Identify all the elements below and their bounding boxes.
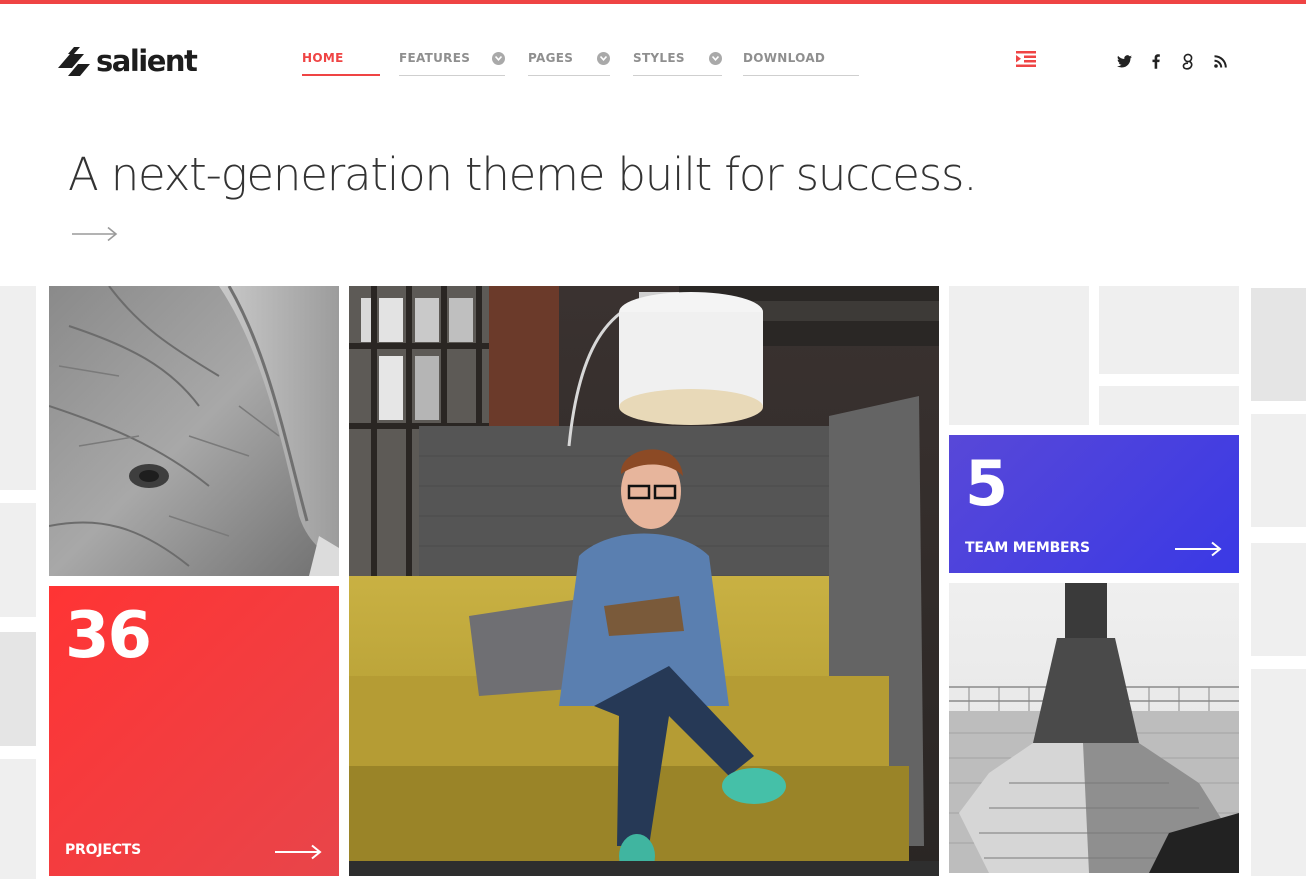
placeholder-tile xyxy=(0,503,36,617)
nav-item-download[interactable]: DOWNLOAD xyxy=(743,48,859,76)
placeholder-tile xyxy=(0,286,36,490)
nav-item-label: STYLES xyxy=(633,51,685,65)
stat-tile-team-members[interactable]: 5 TEAM MEMBERS xyxy=(949,435,1239,573)
nav-item-styles[interactable]: STYLES xyxy=(633,48,722,76)
placeholder-tile xyxy=(949,286,1089,425)
logo-mark-icon xyxy=(58,47,90,76)
chevron-down-icon xyxy=(597,52,610,65)
logo-text: salient xyxy=(96,44,198,78)
placeholder-tile xyxy=(0,759,36,879)
placeholder-tile xyxy=(1251,288,1306,401)
placeholder-tile xyxy=(1099,286,1239,374)
placeholder-tile xyxy=(1099,386,1239,425)
facebook-icon[interactable] xyxy=(1147,52,1165,70)
placeholder-tile xyxy=(1251,543,1306,656)
nav-item-pages[interactable]: PAGES xyxy=(528,48,610,76)
nav-item-label: DOWNLOAD xyxy=(743,51,826,65)
google-plus-icon[interactable] xyxy=(1179,52,1197,70)
top-accent-bar xyxy=(0,0,1306,4)
rss-icon[interactable] xyxy=(1211,52,1229,70)
stat-number: 36 xyxy=(65,599,152,673)
nav-item-features[interactable]: FEATURES xyxy=(399,48,505,76)
arrow-right-icon xyxy=(275,844,323,860)
social-links xyxy=(1115,52,1243,70)
chevron-down-icon xyxy=(492,52,505,65)
stat-number: 5 xyxy=(965,447,1008,520)
nav-item-label: PAGES xyxy=(528,51,574,65)
stat-label: PROJECTS xyxy=(65,842,142,858)
chevron-down-icon xyxy=(709,52,722,65)
office-man-photo[interactable] xyxy=(349,286,939,876)
stat-tile-projects[interactable]: 36 PROJECTS xyxy=(49,586,339,876)
stat-label: TEAM MEMBERS xyxy=(965,540,1090,556)
arrow-right-icon xyxy=(1175,541,1223,557)
arrow-right-icon[interactable] xyxy=(72,226,118,242)
placeholder-tile xyxy=(0,632,36,746)
twitter-icon[interactable] xyxy=(1115,52,1133,70)
placeholder-tile xyxy=(1251,414,1306,527)
site-logo[interactable]: salient xyxy=(58,44,198,78)
nav-item-label: FEATURES xyxy=(399,51,471,65)
indent-menu-icon[interactable] xyxy=(1016,51,1036,67)
nav-item-home[interactable]: HOME xyxy=(302,48,380,76)
nav-item-label: HOME xyxy=(302,51,344,65)
placeholder-tile xyxy=(1251,669,1306,876)
hero-title: A next-generation theme built for succes… xyxy=(68,148,978,201)
elephant-photo[interactable] xyxy=(49,286,339,576)
pillar-photo[interactable] xyxy=(949,583,1239,873)
